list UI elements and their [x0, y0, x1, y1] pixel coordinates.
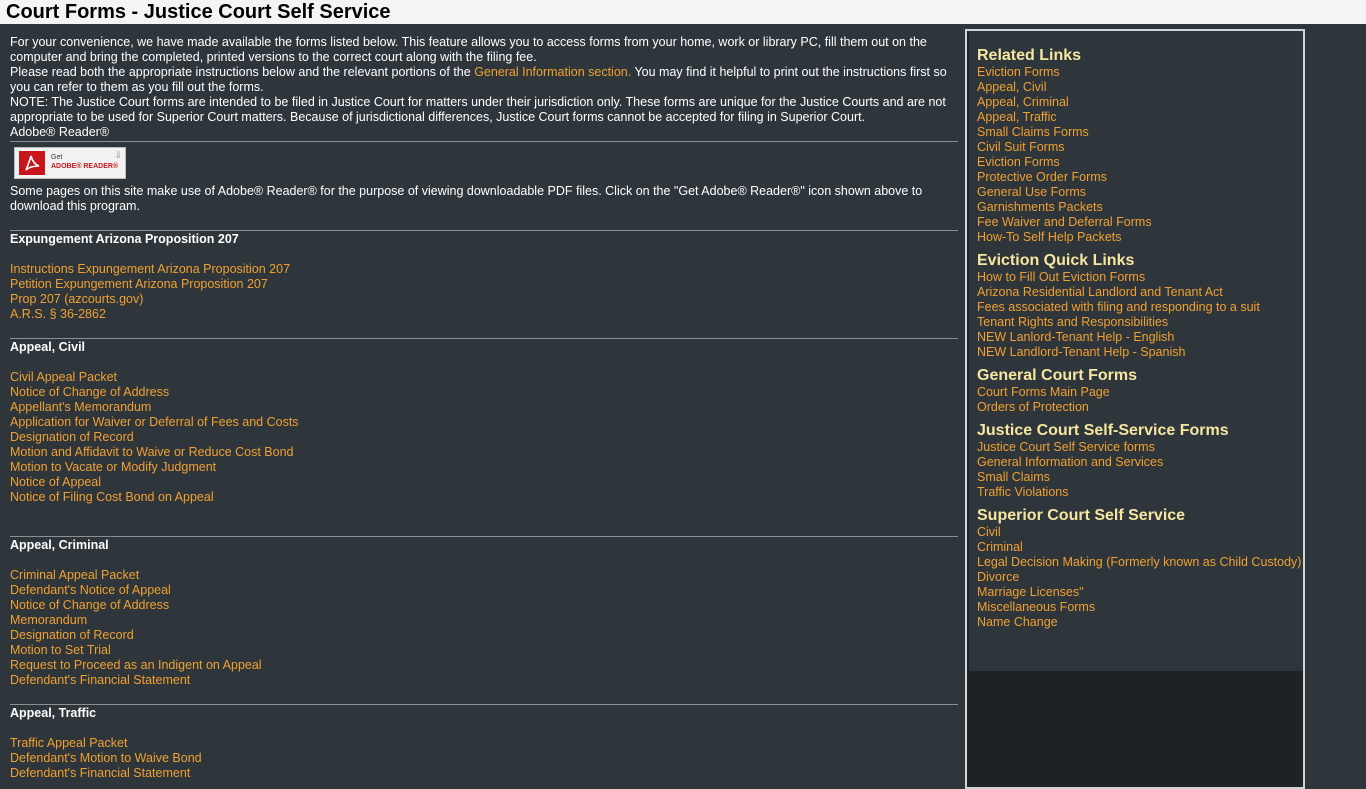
download-arrow-icon: ⇩ [114, 150, 122, 160]
section-heading: Appeal, Traffic [10, 706, 97, 720]
adobe-pdf-icon [19, 151, 45, 175]
section-heading: Appeal, Criminal [10, 538, 109, 552]
form-link[interactable]: Defendant's Financial Statement [10, 673, 958, 688]
sidebar-group-superior-court-self-service: Superior Court Self Service Civil Criminal… [977, 507, 1303, 630]
intro-text: For your convenience, we have made avail… [10, 35, 958, 140]
section-appeal-traffic: Appeal, Traffic Traffic Appeal Packet Defe… [10, 705, 958, 781]
sidebar-link[interactable]: General Information and Services [977, 455, 1303, 470]
form-link[interactable]: Notice of Change of Address [10, 385, 958, 400]
form-link[interactable]: Traffic Appeal Packet [10, 736, 958, 751]
section-links: Instructions Expungement Arizona Proposi… [10, 262, 958, 322]
sidebar-link[interactable]: Garnishments Packets [977, 200, 1303, 215]
intro-paragraph-2: Please read both the appropriate instruc… [10, 65, 958, 95]
sidebar-link[interactable]: Legal Decision Making (Formerly known as… [977, 555, 1303, 570]
sidebar-link[interactable]: NEW Landlord-Tenant Help - Spanish [977, 345, 1303, 360]
sidebar-link[interactable]: Miscellaneous Forms [977, 600, 1303, 615]
form-link[interactable]: A.R.S. § 36-2862 [10, 307, 958, 322]
sidebar-link[interactable]: Tenant Rights and Responsibilities [977, 315, 1303, 330]
sidebar-link[interactable]: How to Fill Out Eviction Forms [977, 270, 1303, 285]
form-link[interactable]: Request to Proceed as an Indigent on App… [10, 658, 958, 673]
adobe-reader-wordmark: ADOBE® READER® [51, 163, 119, 170]
form-link[interactable]: Notice of Change of Address [10, 598, 958, 613]
form-link[interactable]: Prop 207 (azcourts.gov) [10, 292, 958, 307]
sidebar-link[interactable]: Fees associated with filing and respondi… [977, 300, 1303, 315]
sidebar-link[interactable]: General Use Forms [977, 185, 1303, 200]
sidebar: Related Links Eviction Forms Appeal, Civil… [969, 31, 1303, 671]
form-link[interactable]: Instructions Expungement Arizona Proposi… [10, 262, 958, 277]
adobe-reader-label: Adobe® Reader® [10, 125, 110, 139]
form-link[interactable]: Civil Appeal Packet [10, 370, 958, 385]
form-link[interactable]: Notice of Appeal [10, 475, 958, 490]
sidebar-group-justice-court-self-service-forms: Justice Court Self-Service Forms Justice … [977, 422, 1303, 500]
sidebar-group-general-court-forms: General Court Forms Court Forms Main Page… [977, 367, 1303, 415]
sidebar-link[interactable]: Appeal, Traffic [977, 110, 1303, 125]
form-link[interactable]: Motion to Vacate or Modify Judgment [10, 460, 958, 475]
adobe-get-label: Get [51, 154, 63, 161]
section-links: Criminal Appeal Packet Defendant's Notice… [10, 568, 958, 688]
get-adobe-reader-button[interactable]: Get ADOBE® READER® ⇩ [14, 147, 126, 179]
general-information-link[interactable]: General Information section. [474, 65, 631, 79]
adobe-reader-note: Some pages on this site make use of Adob… [10, 184, 923, 213]
page-title: Court Forms - Justice Court Self Service [0, 0, 1366, 24]
sidebar-link[interactable]: Criminal [977, 540, 1303, 555]
section-heading: Appeal, Civil [10, 340, 86, 354]
sidebar-heading: Superior Court Self Service [977, 507, 1186, 524]
sidebar-link[interactable]: Arizona Residential Landlord and Tenant … [977, 285, 1303, 300]
sidebar-heading: Related Links [977, 47, 1082, 64]
intro-paragraph-1: For your convenience, we have made avail… [10, 35, 927, 64]
form-link[interactable]: Memorandum [10, 613, 958, 628]
form-link[interactable]: Criminal Appeal Packet [10, 568, 958, 583]
form-link[interactable]: Petition Expungement Arizona Proposition… [10, 277, 958, 292]
sidebar-heading: Justice Court Self-Service Forms [977, 422, 1229, 439]
sidebar-link[interactable]: Court Forms Main Page [977, 385, 1303, 400]
sidebar-frame: Related Links Eviction Forms Appeal, Civil… [965, 29, 1305, 789]
sidebar-heading: General Court Forms [977, 367, 1138, 384]
sidebar-link[interactable]: Appeal, Civil [977, 80, 1303, 95]
sidebar-link[interactable]: Name Change [977, 615, 1303, 630]
form-link[interactable]: Motion and Affidavit to Waive or Reduce … [10, 445, 958, 460]
section-heading: Expungement Arizona Proposition 207 [10, 232, 239, 246]
sidebar-link[interactable]: Appeal, Criminal [977, 95, 1303, 110]
sidebar-link[interactable]: Marriage Licenses" [977, 585, 1303, 600]
adobe-reader-block: Get ADOBE® READER® ⇩ [10, 142, 958, 184]
sidebar-link[interactable]: Small Claims [977, 470, 1303, 485]
sidebar-link[interactable]: Civil [977, 525, 1303, 540]
form-link[interactable]: Designation of Record [10, 430, 958, 445]
sidebar-heading: Eviction Quick Links [977, 252, 1135, 269]
sidebar-link[interactable]: Justice Court Self Service forms [977, 440, 1303, 455]
section-appeal-civil: Appeal, Civil Civil Appeal Packet Notice o… [10, 339, 958, 505]
form-link[interactable]: Defendant's Financial Statement [10, 766, 958, 781]
section-links: Traffic Appeal Packet Defendant's Motion … [10, 736, 958, 781]
form-link[interactable]: Appellant's Memorandum [10, 400, 958, 415]
form-link[interactable]: Application for Waiver or Deferral of Fe… [10, 415, 958, 430]
section-links: Civil Appeal Packet Notice of Change of A… [10, 370, 958, 505]
form-link[interactable]: Notice of Filing Cost Bond on Appeal [10, 490, 958, 505]
sidebar-group-eviction-quick-links: Eviction Quick Links How to Fill Out Evic… [977, 252, 1303, 360]
forms-sections: Expungement Arizona Proposition 207 Instr… [10, 231, 958, 781]
form-link[interactable]: Defendant's Notice of Appeal [10, 583, 958, 598]
sidebar-group-related-links: Related Links Eviction Forms Appeal, Civil… [977, 47, 1303, 245]
form-link[interactable]: Motion to Set Trial [10, 643, 958, 658]
sidebar-link[interactable]: Eviction Forms [977, 65, 1303, 80]
main-content: For your convenience, we have made avail… [10, 35, 958, 781]
sidebar-link[interactable]: Orders of Protection [977, 400, 1303, 415]
sidebar-link[interactable]: How-To Self Help Packets [977, 230, 1303, 245]
section-appeal-criminal: Appeal, Criminal Criminal Appeal Packet De… [10, 537, 958, 688]
intro-paragraph-2-start: Please read both the appropriate instruc… [10, 65, 475, 79]
section-expungement-arizona-proposition-207: Expungement Arizona Proposition 207 Instr… [10, 231, 958, 322]
form-link[interactable]: Defendant's Motion to Waive Bond [10, 751, 958, 766]
sidebar-link[interactable]: Protective Order Forms [977, 170, 1303, 185]
form-link[interactable]: Designation of Record [10, 628, 958, 643]
sidebar-link[interactable]: Fee Waiver and Deferral Forms [977, 215, 1303, 230]
sidebar-link[interactable]: Divorce [977, 570, 1303, 585]
sidebar-link[interactable]: Traffic Violations [977, 485, 1303, 500]
sidebar-link[interactable]: Civil Suit Forms [977, 140, 1303, 155]
sidebar-link[interactable]: Eviction Forms [977, 155, 1303, 170]
sidebar-link[interactable]: NEW Lanlord-Tenant Help - English [977, 330, 1303, 345]
intro-note: NOTE: The Justice Court forms are intend… [10, 95, 946, 124]
sidebar-link[interactable]: Small Claims Forms [977, 125, 1303, 140]
